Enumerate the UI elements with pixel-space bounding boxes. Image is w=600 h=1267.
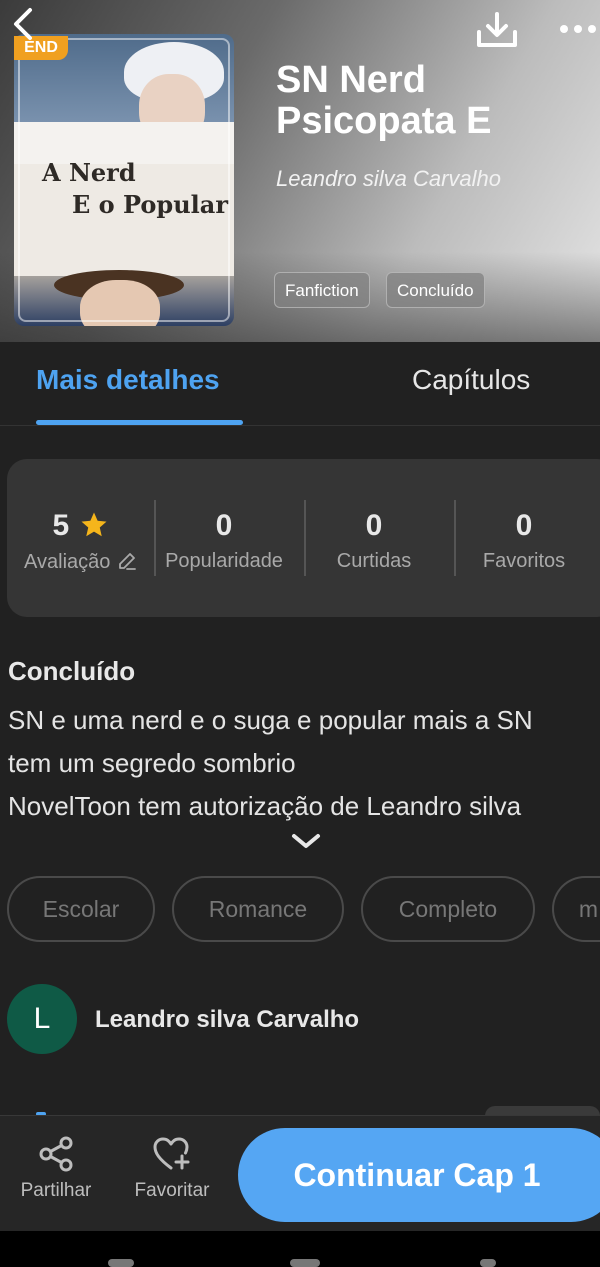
avatar[interactable]: L <box>7 984 77 1054</box>
book-header: A Nerd E o Popular END SN Nerd Psicopata… <box>0 0 600 342</box>
synopsis-line: NovelToon tem autorização de Leandro sil… <box>8 791 522 821</box>
chevron-down-icon[interactable] <box>289 830 323 852</box>
cover-title: A Nerd <box>42 158 136 187</box>
genre-chip-escolar[interactable]: Escolar <box>7 876 155 942</box>
tag-concluido[interactable]: Concluído <box>386 272 485 308</box>
rating-value: 5 <box>52 509 70 542</box>
stat-label: Curtidas <box>336 550 412 572</box>
more-horizontal-icon[interactable] <box>556 14 600 44</box>
divider <box>304 500 306 576</box>
tab-details[interactable]: Mais detalhes <box>36 364 220 396</box>
cover-title: E o Popular <box>72 190 228 219</box>
synopsis-line: SN e uma nerd e o suga e popular mais a … <box>8 705 533 735</box>
continue-reading-button[interactable]: Continuar Cap 1 <box>238 1128 600 1222</box>
chevron-left-icon[interactable] <box>6 4 40 44</box>
share-icon <box>39 1136 73 1172</box>
completion-status: Concluído <box>8 656 136 686</box>
book-title: SN Nerd Psicopata E <box>276 59 492 142</box>
genre-chip-romance[interactable]: Romance <box>172 876 344 942</box>
stat-label: Popularidade <box>165 550 283 572</box>
divider <box>0 425 600 426</box>
system-navigation-bar <box>0 1231 600 1267</box>
stat-label: Favoritos <box>482 550 566 572</box>
download-icon[interactable] <box>474 10 520 50</box>
share-button[interactable]: Partilhar <box>12 1134 100 1202</box>
genre-chip-partial[interactable]: m <box>552 876 600 942</box>
stat-label: Avaliação <box>24 551 111 573</box>
genre-chip-completo[interactable]: Completo <box>361 876 535 942</box>
stat-favorites: 0 Favoritos <box>458 506 590 573</box>
tab-chapters[interactable]: Capítulos <box>412 364 530 396</box>
tag-fanfiction[interactable]: Fanfiction <box>274 272 370 308</box>
heart-plus-icon <box>153 1137 190 1170</box>
pencil-icon[interactable] <box>116 550 138 572</box>
star-icon <box>81 512 107 537</box>
author-name[interactable]: Leandro silva Carvalho <box>95 1006 359 1034</box>
synopsis-line: tem um segredo sombrio <box>8 748 296 778</box>
divider <box>154 500 156 576</box>
stat-popularity: 0 Popularidade <box>158 506 290 573</box>
stat-likes: 0 Curtidas <box>308 506 440 573</box>
favorite-button[interactable]: Favoritar <box>126 1134 218 1202</box>
stat-rating[interactable]: 5 Avaliação <box>14 506 148 574</box>
book-cover[interactable]: A Nerd E o Popular <box>14 34 234 326</box>
divider <box>454 500 456 576</box>
book-author[interactable]: Leandro silva Carvalho <box>276 166 576 192</box>
